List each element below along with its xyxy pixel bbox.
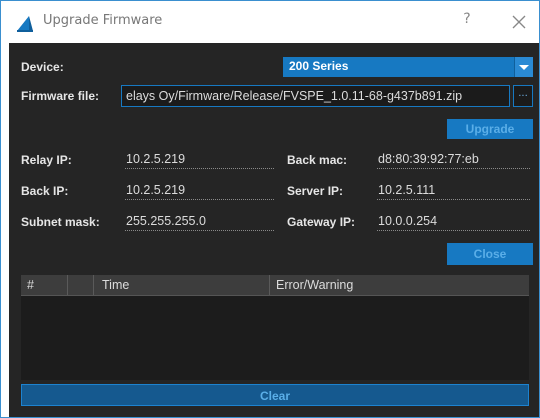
device-select[interactable]: 200 Series <box>283 57 533 77</box>
back-ip-label: Back IP: <box>21 184 69 198</box>
close-button[interactable]: Close <box>447 243 533 265</box>
chevron-down-icon <box>519 65 529 70</box>
server-ip-label: Server IP: <box>287 184 344 198</box>
column-number[interactable]: # <box>21 275 68 295</box>
relay-ip-value: 10.2.5.219 <box>125 150 274 169</box>
dropdown-arrow[interactable] <box>514 57 533 77</box>
log-table-header: # Time Error/Warning <box>21 275 529 296</box>
relay-ip-label: Relay IP: <box>21 153 72 167</box>
gateway-ip-label: Gateway IP: <box>287 215 356 229</box>
window-title: Upgrade Firmware <box>43 13 163 28</box>
back-mac-label: Back mac: <box>287 153 348 167</box>
gateway-ip-value: 10.0.0.254 <box>377 212 530 231</box>
upgrade-firmware-dialog: Upgrade Firmware ? Device: 200 Series Fi… <box>0 0 540 418</box>
column-blank[interactable] <box>68 275 94 295</box>
app-logo-icon <box>17 16 33 32</box>
device-select-value: 200 Series <box>289 59 349 73</box>
firmware-file-label: Firmware file: <box>21 89 100 103</box>
column-time[interactable]: Time <box>94 275 270 295</box>
firmware-file-input[interactable]: elays Oy/Firmware/Release/FVSPE_1.0.11-6… <box>121 85 510 107</box>
server-ip-value: 10.2.5.111 <box>377 181 530 200</box>
close-icon[interactable] <box>509 12 529 32</box>
help-button[interactable]: ? <box>457 11 477 27</box>
log-table-body <box>21 296 529 380</box>
back-ip-value: 10.2.5.219 <box>125 181 274 200</box>
column-error-warning[interactable]: Error/Warning <box>270 275 529 295</box>
clear-button[interactable]: Clear <box>21 384 529 406</box>
title-bar: Upgrade Firmware ? <box>1 1 539 43</box>
browse-button[interactable]: ... <box>513 85 533 107</box>
upgrade-button[interactable]: Upgrade <box>447 119 533 139</box>
device-label: Device: <box>21 60 64 74</box>
back-mac-value: d8:80:39:92:77:eb <box>377 150 530 169</box>
dialog-content: Device: 200 Series Firmware file: elays … <box>9 43 539 417</box>
subnet-mask-label: Subnet mask: <box>21 215 100 229</box>
subnet-mask-value: 255.255.255.0 <box>125 212 274 231</box>
